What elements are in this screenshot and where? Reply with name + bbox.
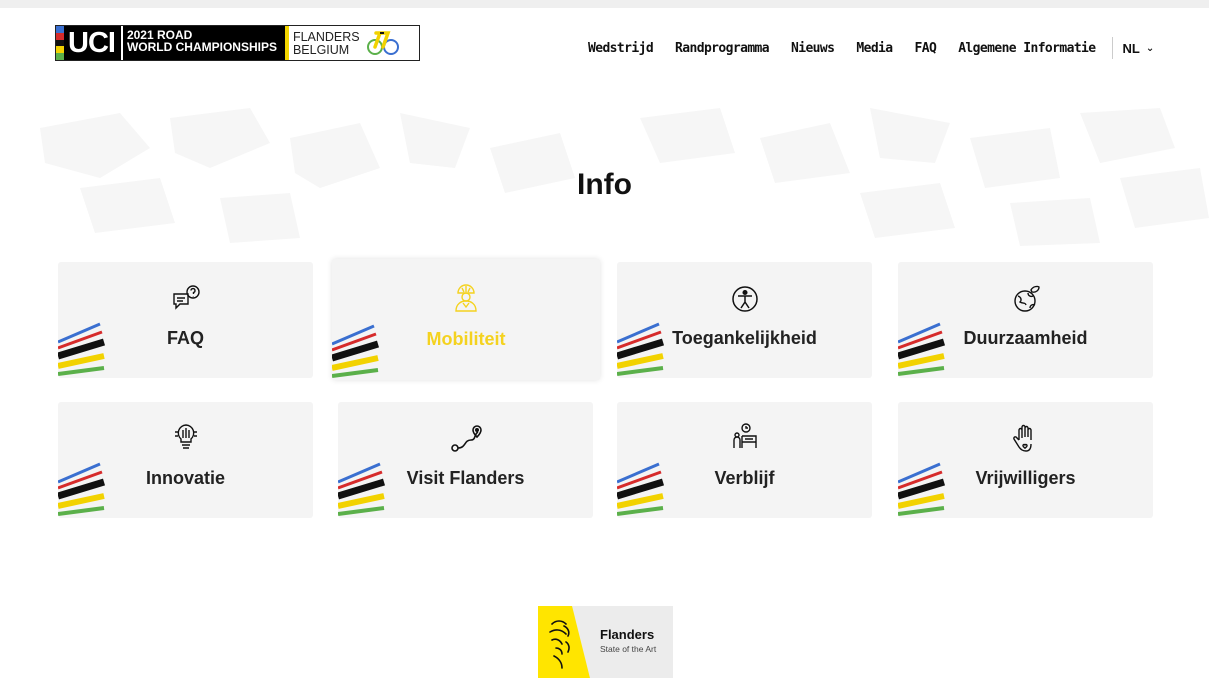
- card-label: Visit Flanders: [406, 468, 525, 488]
- nav-item-algemene-informatie[interactable]: Algemene Informatie: [958, 41, 1096, 56]
- card-visit-flanders[interactable]: Visit Flanders: [338, 402, 593, 518]
- flanders-logo-subtitle: State of the Art: [600, 644, 657, 654]
- card-toegankelijkheid[interactable]: Toegankelijkheid: [617, 262, 872, 378]
- flanders-lion-icon: [538, 606, 596, 678]
- championship-line-2: WORLD CHAMPIONSHIPS: [126, 40, 277, 54]
- nav-divider: [1111, 37, 1113, 59]
- language-selector[interactable]: NL ⌄: [1123, 41, 1155, 56]
- card-mobiliteit[interactable]: Mobiliteit: [332, 259, 600, 380]
- earth-leaf-icon: [898, 284, 1153, 314]
- route-pin-icon: [338, 424, 593, 454]
- faq-chat-icon: [58, 284, 313, 314]
- rainbow-stripes-icon: [56, 26, 64, 60]
- uci-championship-logo[interactable]: UCI 2021 ROAD WORLD CHAMPIONSHIPS FLANDE…: [55, 25, 420, 61]
- card-label: Toegankelijkheid: [672, 328, 817, 348]
- card-vrijwilligers[interactable]: Vrijwilligers: [898, 402, 1153, 518]
- top-border: [0, 0, 1209, 8]
- card-label: Duurzaamheid: [963, 328, 1088, 348]
- chevron-down-icon: ⌄: [1145, 42, 1155, 54]
- card-label: Mobiliteit: [426, 329, 506, 349]
- flanders-logo-text: Flanders State of the Art: [596, 606, 673, 678]
- lightbulb-icon: [58, 422, 313, 452]
- card-label: Verblijf: [714, 468, 775, 488]
- bed-person-icon: [617, 422, 872, 454]
- language-label: NL: [1122, 40, 1140, 56]
- card-verblijf[interactable]: Verblijf: [617, 402, 872, 518]
- championship-title: 2021 ROAD WORLD CHAMPIONSHIPS: [120, 26, 285, 60]
- nav-item-wedstrijd[interactable]: Wedstrijd: [588, 41, 654, 56]
- uci-wordmark: UCI: [64, 26, 121, 60]
- page-title: Info: [577, 168, 632, 201]
- card-label: FAQ: [166, 328, 204, 348]
- site-header: UCI 2021 ROAD WORLD CHAMPIONSHIPS FLANDE…: [0, 8, 1209, 78]
- flanders-state-of-the-art-logo[interactable]: Flanders State of the Art: [538, 606, 673, 678]
- nav-item-media[interactable]: Media: [856, 41, 893, 56]
- nav-item-faq[interactable]: FAQ: [915, 41, 937, 56]
- hand-heart-icon: [898, 424, 1153, 454]
- host-line-2: BELGIUM: [292, 42, 350, 57]
- bike-logo-icon: [366, 26, 404, 60]
- nav-item-randprogramma[interactable]: Randprogramma: [675, 41, 770, 56]
- nav-item-nieuws[interactable]: Nieuws: [791, 41, 835, 56]
- card-faq[interactable]: FAQ: [58, 262, 313, 378]
- host-region: FLANDERS BELGIUM: [284, 26, 366, 60]
- card-duurzaamheid[interactable]: Duurzaamheid: [898, 262, 1153, 378]
- accessibility-icon: [617, 284, 872, 314]
- cyclist-helmet-icon: [332, 281, 600, 313]
- host-line-1: FLANDERS: [292, 30, 360, 44]
- flanders-logo-title: Flanders: [600, 627, 655, 642]
- card-innovatie[interactable]: Innovatie: [58, 402, 313, 518]
- card-label: Vrijwilligers: [975, 468, 1076, 488]
- main-nav: Wedstrijd Randprogramma Nieuws Media FAQ…: [588, 36, 1154, 60]
- card-label: Innovatie: [145, 468, 225, 488]
